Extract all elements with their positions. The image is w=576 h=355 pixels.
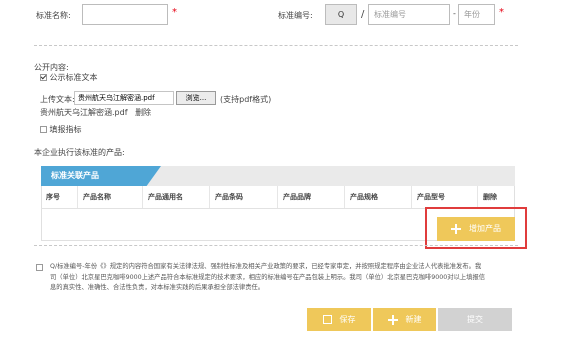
save-label: 保存 [339, 315, 356, 324]
column-header: 产品规格 [345, 186, 412, 208]
standard-prefix-field[interactable]: Q [325, 4, 357, 25]
standard-name-input[interactable] [82, 4, 168, 25]
declaration-line: 司（单位）北京星巴克咖啡9000上述产品符合本标准规定的技术要求，相应的标准编号… [50, 273, 486, 281]
plus-icon [451, 223, 461, 234]
indicator-option[interactable]: 填报指标 [40, 124, 82, 135]
table-header-row: 序号 产品名称 产品通用名 产品条码 产品品牌 产品规格 产品型号 删除 [41, 186, 515, 209]
slash-separator: / [361, 9, 365, 20]
indicator-label: 填报指标 [49, 125, 82, 134]
indicator-checkbox[interactable] [40, 126, 47, 133]
standard-no-label: 标准编号: [278, 11, 313, 20]
declaration-checkbox[interactable] [36, 264, 43, 271]
declaration-text: Q/标准编号-年份《》规定的内容符合国家有关法律法规、强制性标准及相关产业政策的… [50, 262, 530, 294]
uploaded-file-name[interactable]: 贵州航天乌江解密涵.pdf [40, 108, 128, 117]
year-input[interactable]: 年份 [458, 4, 495, 25]
column-header: 产品型号 [412, 186, 478, 208]
save-button[interactable]: 保存 [307, 308, 371, 331]
new-label: 新建 [405, 315, 422, 324]
pdf-format-hint: (支持pdf格式) [220, 95, 272, 104]
standard-name-label: 标准名称: [36, 11, 71, 20]
publish-text-checkbox[interactable] [40, 74, 47, 81]
new-button[interactable]: 新建 [373, 308, 436, 331]
column-header: 删除 [483, 193, 497, 201]
required-mark: * [172, 7, 177, 18]
column-header: 产品条码 [210, 186, 278, 208]
declaration-line: 息的真实性、准确性、合法性负责，对本标准实践的后果承担全部法律责任。 [50, 284, 265, 291]
uploaded-file-row: 贵州航天乌江解密涵.pdf 删除 [40, 107, 151, 118]
tab-linked-products[interactable]: 标准关联产品 [41, 166, 161, 186]
required-mark: * [499, 7, 504, 18]
submit-button[interactable]: 提交 [438, 308, 512, 331]
column-header: 产品品牌 [278, 186, 345, 208]
divider [34, 245, 518, 246]
standard-no-input[interactable]: 标准编号 [368, 4, 450, 25]
column-header: 序号 [41, 186, 78, 208]
browse-button[interactable]: 浏览... [176, 91, 216, 105]
upload-label: 上传文本: [40, 95, 75, 104]
dash-separator: - [453, 9, 456, 18]
publish-text-label: 公示标准文本 [49, 73, 98, 82]
add-product-label: 增加产品 [469, 224, 501, 233]
plus-icon [387, 314, 398, 325]
column-header: 产品名称 [78, 186, 143, 208]
file-path-field[interactable]: 贵州航天乌江解密涵.pdf [74, 91, 174, 105]
products-title: 本企业执行该标准的产品: [34, 148, 125, 157]
add-product-button[interactable]: 增加产品 [437, 217, 515, 241]
declaration-checkbox-wrap[interactable] [36, 263, 43, 272]
column-header: 产品通用名 [143, 186, 210, 208]
save-icon [322, 315, 332, 324]
divider [34, 45, 518, 46]
declaration-line: Q/标准编号-年份《》规定的内容符合国家有关法律法规、强制性标准及相关产业政策的… [50, 263, 482, 270]
publish-text-option[interactable]: 公示标准文本 [40, 72, 98, 83]
delete-file-link[interactable]: 删除 [135, 108, 151, 117]
